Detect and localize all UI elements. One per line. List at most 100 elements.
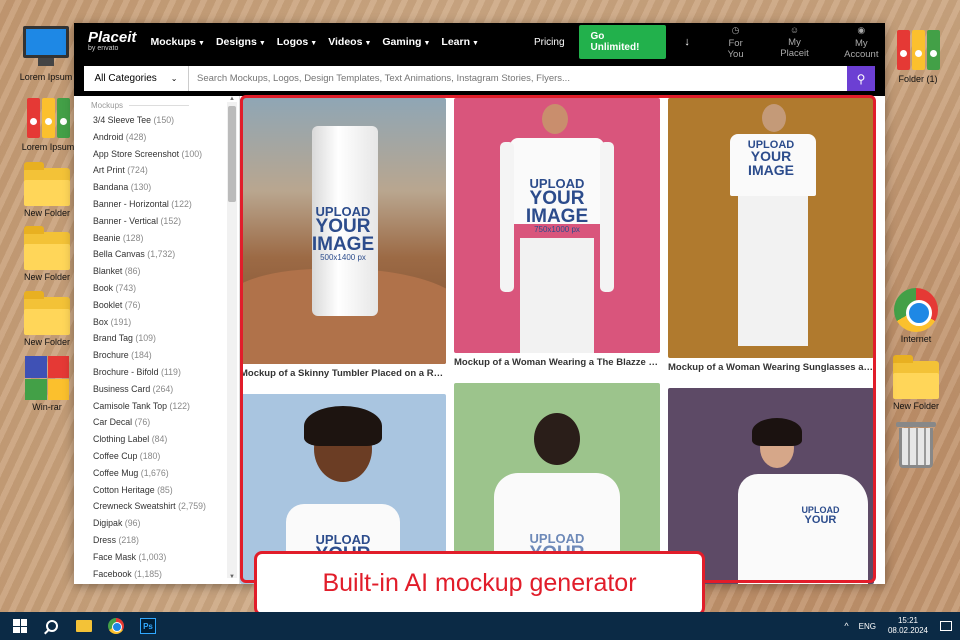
sidebar-item[interactable]: 3/4 Sleeve Tee (150) [93, 112, 239, 129]
scroll-down-icon[interactable]: ▼ [227, 574, 237, 580]
browser-window: Placeit by envato Mockups ▼ Designs ▼ Logo… [74, 23, 885, 584]
sidebar-item[interactable]: Banner - Horizontal (122) [93, 196, 239, 213]
placeit-logo[interactable]: Placeit by envato [88, 30, 143, 53]
feature-callout: Built-in AI mockup generator [254, 551, 705, 616]
clock[interactable]: 15:21 08.02.2024 [888, 616, 928, 636]
sidebar-item[interactable]: Brand Tag (109) [93, 330, 239, 347]
sidebar-item[interactable]: Cotton Heritage (85) [93, 482, 239, 499]
download-icon[interactable]: ↓ [684, 36, 690, 48]
photoshop-icon: Ps [140, 618, 156, 634]
binders-icon [25, 96, 71, 140]
sidebar-item[interactable]: Face Mask (1,003) [93, 549, 239, 566]
desktop-icon-winrar[interactable]: Win-rar [17, 356, 77, 413]
sidebar-heading: Mockups [74, 96, 239, 112]
trash-icon [896, 422, 936, 468]
start-button[interactable] [4, 612, 36, 640]
top-navigation: Placeit by envato Mockups ▼ Designs ▼ Logo… [74, 23, 885, 61]
search-bar: All Categories ⌄ ⚲ [74, 61, 885, 96]
sidebar-item[interactable]: Clothing Label (84) [93, 431, 239, 448]
chevron-down-icon: ▼ [198, 40, 205, 47]
nav-mockups[interactable]: Mockups ▼ [151, 36, 205, 48]
chevron-up-icon[interactable]: ^ [844, 621, 848, 631]
windows-taskbar: Ps ^ ENG 15:21 08.02.2024 [0, 612, 960, 640]
mockup-caption: Mockup of a Skinny Tumbler Placed on a R… [240, 368, 446, 379]
nav-my-account[interactable]: ◉ My Account [838, 25, 885, 60]
desktop-icon-folder-1[interactable]: New Folder [17, 162, 77, 219]
desktop-icon-internet[interactable]: Internet [886, 288, 946, 345]
nav-for-you[interactable]: ◷ For You [720, 25, 752, 60]
start-icon [13, 619, 27, 633]
sidebar-item[interactable]: Beanie (128) [93, 230, 239, 247]
sidebar-item[interactable]: Brochure - Bifold (119) [93, 364, 239, 381]
search-input[interactable] [189, 66, 847, 91]
category-select[interactable]: All Categories ⌄ [84, 66, 189, 91]
desktop-icon-folder1-binders[interactable]: Folder (1) [888, 28, 948, 85]
system-tray: ^ ENG 15:21 08.02.2024 [844, 612, 960, 640]
sidebar-item[interactable]: Camisole Tank Top (122) [93, 398, 239, 415]
chevron-down-icon: ▼ [258, 40, 266, 47]
mockup-caption: Mockup of a Woman Wearing Sunglasses an.… [668, 362, 874, 373]
scroll-up-icon[interactable]: ▲ [227, 96, 237, 102]
desktop-icon-new-folder-right[interactable]: New Folder [886, 355, 946, 412]
nav-videos[interactable]: Videos ▼ [328, 36, 371, 48]
category-sidebar: Mockups 3/4 Sleeve Tee (150) Android (428… [74, 96, 240, 584]
language-indicator[interactable]: ENG [859, 622, 876, 631]
taskbar-file-explorer[interactable] [68, 612, 100, 640]
notification-icon[interactable] [940, 621, 952, 631]
sidebar-item[interactable]: Banner - Vertical (152) [93, 213, 239, 230]
sidebar-item[interactable]: Coffee Mug (1,676) [93, 465, 239, 482]
sidebar-item[interactable]: Art Print (724) [93, 162, 239, 179]
chevron-down-icon: ▼ [423, 40, 431, 47]
taskbar-chrome[interactable] [100, 612, 132, 640]
chrome-icon [894, 288, 938, 332]
mockup-card-sunglasses-woman[interactable]: UPLOAD YOUR IMAGE Mockup of a Woman Wear… [668, 98, 874, 383]
mockup-gallery: UPLOAD YOUR IMAGE 500x1400 px Mockup of … [240, 96, 885, 584]
compass-icon: ◷ [731, 24, 740, 35]
desktop-icon-trash[interactable] [886, 422, 946, 470]
sidebar-item[interactable]: Bandana (130) [93, 179, 239, 196]
file-explorer-icon [76, 620, 92, 632]
nav-learn[interactable]: Learn ▼ [441, 36, 479, 48]
smile-icon: ☺ [789, 24, 800, 35]
scrollbar-thumb[interactable] [228, 106, 236, 202]
sidebar-item[interactable]: Coffee Cup (180) [93, 448, 239, 465]
desktop-icon-binders[interactable]: Lorem Ipsum [18, 96, 78, 153]
desktop-icon-folder-3[interactable]: New Folder [17, 291, 77, 348]
mockup-card-tumbler[interactable]: UPLOAD YOUR IMAGE 500x1400 px Mockup of … [240, 98, 446, 388]
go-unlimited-button[interactable]: Go Unlimited! [578, 25, 667, 59]
nav-logos[interactable]: Logos ▼ [277, 36, 317, 48]
winrar-icon [25, 356, 69, 400]
desktop-icon-folder-2[interactable]: New Folder [17, 226, 77, 283]
desktop-icon-computer[interactable]: Lorem Ipsum [16, 26, 76, 83]
sidebar-item[interactable]: Blanket (86) [93, 263, 239, 280]
sidebar-item[interactable]: Android (428) [93, 129, 239, 146]
search-button[interactable]: ⚲ [847, 66, 875, 91]
sidebar-item[interactable]: Business Card (264) [93, 381, 239, 398]
chevron-down-icon: ▼ [364, 40, 372, 47]
sidebar-item[interactable]: Bella Canvas (1,732) [93, 246, 239, 263]
computer-icon [23, 26, 69, 58]
sidebar-item[interactable]: Dress (218) [93, 532, 239, 549]
sidebar-item[interactable]: Booklet (76) [93, 297, 239, 314]
binders-icon [895, 28, 941, 72]
sidebar-item[interactable]: Crewneck Sweatshirt (2,759) [93, 498, 239, 515]
nav-my-placeit[interactable]: ☺ My Placeit [773, 25, 815, 60]
sidebar-item[interactable]: App Store Screenshot (100) [93, 146, 239, 163]
sidebar-item[interactable]: Brochure (184) [93, 347, 239, 364]
chevron-down-icon: ⌄ [170, 74, 178, 83]
taskbar-search[interactable] [36, 612, 68, 640]
chevron-down-icon: ▼ [310, 40, 318, 47]
mockup-card-long-sleeve-pink[interactable]: UPLOAD YOUR IMAGE 750x1000 px Mockup of … [454, 98, 660, 378]
sidebar-item[interactable]: Digipak (96) [93, 515, 239, 532]
taskbar-photoshop[interactable]: Ps [132, 612, 164, 640]
search-icon [46, 620, 58, 632]
sidebar-item[interactable]: Facebook (1,185) [93, 566, 239, 583]
chevron-down-icon: ▼ [472, 40, 479, 47]
nav-gaming[interactable]: Gaming ▼ [382, 36, 430, 48]
sidebar-item[interactable]: Box (191) [93, 314, 239, 331]
nav-designs[interactable]: Designs ▼ [216, 36, 266, 48]
sidebar-item[interactable]: Car Decal (76) [93, 414, 239, 431]
sidebar-item[interactable]: Book (743) [93, 280, 239, 297]
sidebar-scrollbar[interactable]: ▲ ▼ [227, 96, 237, 580]
nav-pricing[interactable]: Pricing [534, 37, 565, 48]
